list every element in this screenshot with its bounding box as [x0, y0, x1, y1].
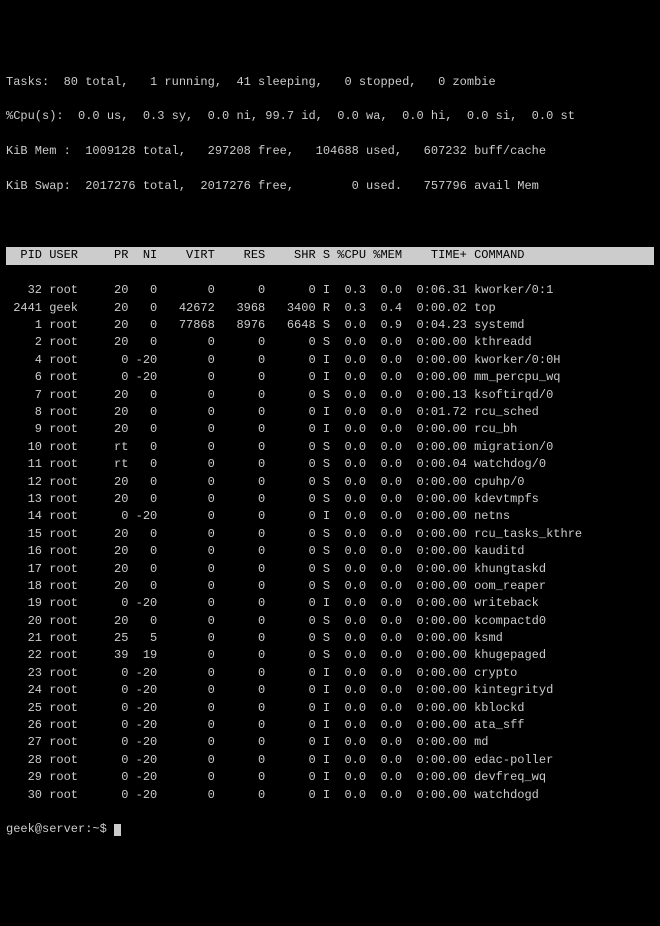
process-row: 11 root rt 0 0 0 0 S 0.0 0.0 0:00.04 wat… — [6, 456, 654, 473]
process-row: 7 root 20 0 0 0 0 S 0.0 0.0 0:00.13 ksof… — [6, 387, 654, 404]
process-row: 18 root 20 0 0 0 0 S 0.0 0.0 0:00.00 oom… — [6, 578, 654, 595]
process-list: 32 root 20 0 0 0 0 I 0.3 0.0 0:06.31 kwo… — [6, 282, 654, 804]
process-row: 2441 geek 20 0 42672 3968 3400 R 0.3 0.4… — [6, 300, 654, 317]
process-row: 29 root 0 -20 0 0 0 I 0.0 0.0 0:00.00 de… — [6, 769, 654, 786]
cursor-icon — [114, 824, 121, 836]
shell-prompt[interactable]: geek@server:~$ — [6, 821, 654, 838]
process-row: 26 root 0 -20 0 0 0 I 0.0 0.0 0:00.00 at… — [6, 717, 654, 734]
process-row: 23 root 0 -20 0 0 0 I 0.0 0.0 0:00.00 cr… — [6, 665, 654, 682]
process-row: 14 root 0 -20 0 0 0 I 0.0 0.0 0:00.00 ne… — [6, 508, 654, 525]
process-row: 28 root 0 -20 0 0 0 I 0.0 0.0 0:00.00 ed… — [6, 752, 654, 769]
process-row: 8 root 20 0 0 0 0 I 0.0 0.0 0:01.72 rcu_… — [6, 404, 654, 421]
process-row: 4 root 0 -20 0 0 0 I 0.0 0.0 0:00.00 kwo… — [6, 352, 654, 369]
summary-mem: KiB Mem : 1009128 total, 297208 free, 10… — [6, 143, 654, 160]
summary-tasks: Tasks: 80 total, 1 running, 41 sleeping,… — [6, 74, 654, 91]
process-row: 15 root 20 0 0 0 0 S 0.0 0.0 0:00.00 rcu… — [6, 526, 654, 543]
process-row: 2 root 20 0 0 0 0 S 0.0 0.0 0:00.00 kthr… — [6, 334, 654, 351]
process-row: 24 root 0 -20 0 0 0 I 0.0 0.0 0:00.00 ki… — [6, 682, 654, 699]
summary-swap: KiB Swap: 2017276 total, 2017276 free, 0… — [6, 178, 654, 195]
process-row: 22 root 39 19 0 0 0 S 0.0 0.0 0:00.00 kh… — [6, 647, 654, 664]
process-row: 12 root 20 0 0 0 0 S 0.0 0.0 0:00.00 cpu… — [6, 474, 654, 491]
process-row: 32 root 20 0 0 0 0 I 0.3 0.0 0:06.31 kwo… — [6, 282, 654, 299]
process-row: 17 root 20 0 0 0 0 S 0.0 0.0 0:00.00 khu… — [6, 561, 654, 578]
process-row: 25 root 0 -20 0 0 0 I 0.0 0.0 0:00.00 kb… — [6, 700, 654, 717]
process-row: 27 root 0 -20 0 0 0 I 0.0 0.0 0:00.00 md — [6, 734, 654, 751]
summary-cpu: %Cpu(s): 0.0 us, 0.3 sy, 0.0 ni, 99.7 id… — [6, 108, 654, 125]
process-row: 9 root 20 0 0 0 0 I 0.0 0.0 0:00.00 rcu_… — [6, 421, 654, 438]
process-row: 30 root 0 -20 0 0 0 I 0.0 0.0 0:00.00 wa… — [6, 787, 654, 804]
process-row: 10 root rt 0 0 0 0 S 0.0 0.0 0:00.00 mig… — [6, 439, 654, 456]
process-row: 6 root 0 -20 0 0 0 I 0.0 0.0 0:00.00 mm_… — [6, 369, 654, 386]
process-row: 21 root 25 5 0 0 0 S 0.0 0.0 0:00.00 ksm… — [6, 630, 654, 647]
process-row: 20 root 20 0 0 0 0 S 0.0 0.0 0:00.00 kco… — [6, 613, 654, 630]
process-row: 1 root 20 0 77868 8976 6648 S 0.0 0.9 0:… — [6, 317, 654, 334]
process-row: 13 root 20 0 0 0 0 S 0.0 0.0 0:00.00 kde… — [6, 491, 654, 508]
blank-line — [6, 213, 654, 230]
process-header: PID USER PR NI VIRT RES SHR S %CPU %MEM … — [6, 247, 654, 264]
process-row: 16 root 20 0 0 0 0 S 0.0 0.0 0:00.00 kau… — [6, 543, 654, 560]
